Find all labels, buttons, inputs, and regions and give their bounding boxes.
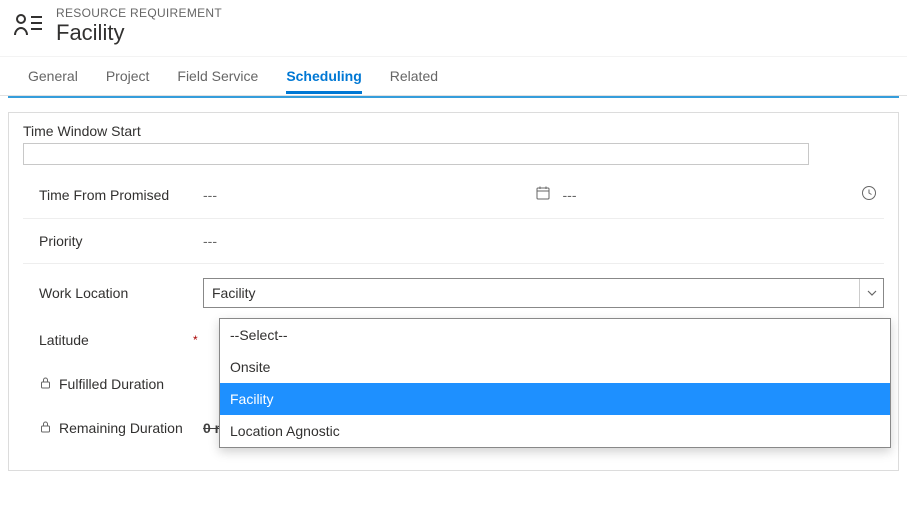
time-from-promised-label: Time From Promised [23,187,203,203]
row-work-location: Work Location Facility [23,264,884,318]
breadcrumb: RESOURCE REQUIREMENT [56,6,222,20]
lock-icon [39,376,53,392]
calendar-icon[interactable] [535,185,551,204]
lock-icon [39,420,53,436]
priority-label: Priority [23,233,203,249]
resource-requirement-icon [12,9,44,44]
tab-project[interactable]: Project [106,58,150,94]
work-location-selected: Facility [204,285,859,301]
clock-icon[interactable] [861,185,877,204]
page-title: Facility [56,20,222,46]
time-from-promised-date-value: --- [203,187,217,203]
work-location-option-select[interactable]: --Select-- [220,319,890,351]
chevron-down-icon[interactable] [859,279,883,307]
row-priority: Priority --- [23,219,884,264]
work-location-option-onsite[interactable]: Onsite [220,351,890,383]
required-indicator: * [193,333,198,347]
tab-general[interactable]: General [28,58,78,94]
tab-scheduling[interactable]: Scheduling [286,58,361,94]
remaining-duration-text: Remaining Duration [59,420,183,436]
remaining-duration-label: Remaining Duration [23,420,203,436]
work-location-option-facility[interactable]: Facility [220,383,890,415]
latitude-label: Latitude * [23,332,203,348]
form-panel: Time Window Start Time From Promised ---… [8,112,899,471]
row-time-from-promised: Time From Promised --- --- [23,171,884,219]
time-window-start-label: Time Window Start [23,123,884,139]
priority-value: --- [203,233,884,249]
time-from-promised-time-value: --- [563,187,577,203]
tab-bar: General Project Field Service Scheduling… [0,56,907,96]
work-location-dropdown[interactable]: --Select-- Onsite Facility Location Agno… [219,318,891,448]
tab-related[interactable]: Related [390,58,438,94]
work-location-option-location-agnostic[interactable]: Location Agnostic [220,415,890,447]
time-window-start-input[interactable] [23,143,809,165]
work-location-label: Work Location [23,285,203,301]
work-location-select[interactable]: Facility [203,278,884,308]
page-header: RESOURCE REQUIREMENT Facility [0,0,907,56]
latitude-label-text: Latitude [39,332,89,348]
tab-underline [8,96,899,98]
tab-field-service[interactable]: Field Service [177,58,258,94]
fulfilled-duration-text: Fulfilled Duration [59,376,164,392]
fulfilled-duration-label: Fulfilled Duration [23,376,203,392]
